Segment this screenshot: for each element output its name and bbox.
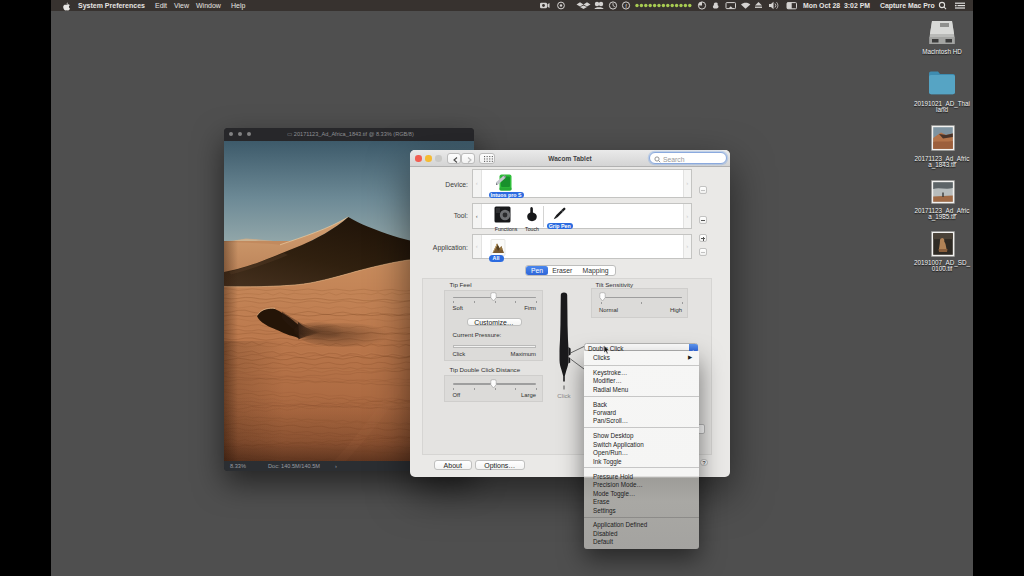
svg-text:f: f: [625, 3, 627, 9]
